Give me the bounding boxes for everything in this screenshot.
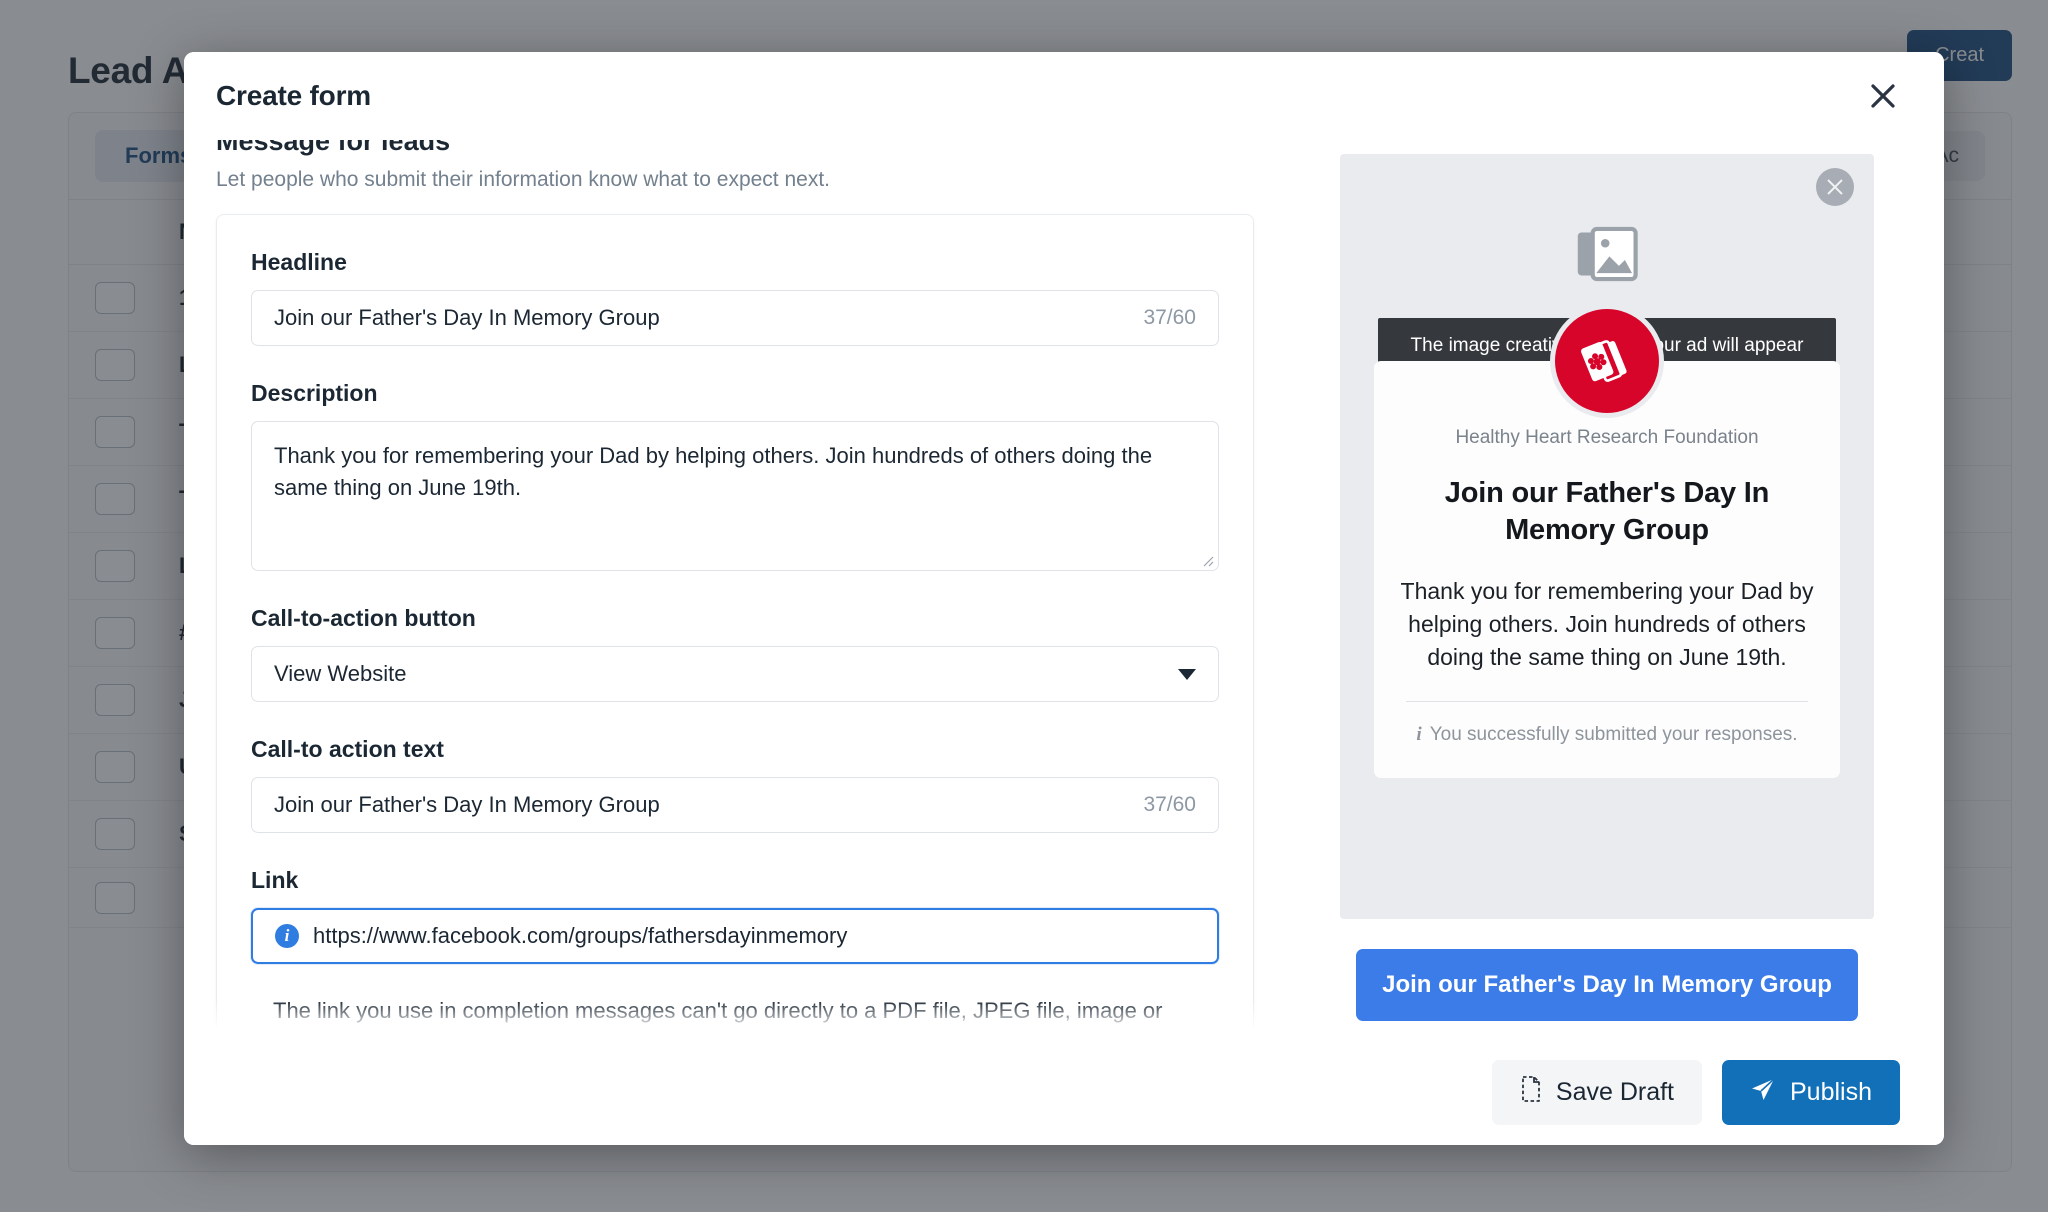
headline-counter: 37/60	[1143, 306, 1196, 329]
preview-note-text: You successfully submitted your response…	[1429, 724, 1798, 746]
cta-button-select[interactable]: View Website	[251, 646, 1219, 702]
save-draft-button[interactable]: Save Draft	[1491, 1060, 1702, 1125]
publish-button[interactable]: Publish	[1722, 1060, 1900, 1125]
image-placeholder-icon	[1340, 154, 1874, 282]
link-input[interactable]	[313, 923, 1195, 949]
create-form-modal: Create form Message for leads Let people…	[184, 52, 1944, 1145]
info-icon: i	[275, 924, 299, 948]
cta-button-label: Call-to-action button	[251, 605, 476, 631]
preview-divider	[1406, 701, 1808, 703]
preview-headline: Join our Father's Day In Memory Group	[1444, 477, 1770, 547]
link-field[interactable]: i	[251, 908, 1219, 964]
form-scroll-area[interactable]: Message for leads Let people who submit …	[184, 140, 1294, 1040]
section-subheading: Let people who submit their information …	[216, 168, 831, 191]
preview-description: Thank you for remembering your Dad by he…	[1400, 578, 1814, 670]
description-field[interactable]: Thank you for remembering your Dad by he…	[251, 421, 1219, 571]
organization-logo-icon	[1555, 309, 1659, 413]
headline-input[interactable]	[274, 305, 1130, 331]
modal-body: Message for leads Let people who submit …	[184, 140, 1944, 1040]
cta-button-selected-value: View Website	[274, 661, 407, 686]
preview-card: Healthy Heart Research Foundation Join o…	[1374, 309, 1840, 779]
modal-title: Create form	[216, 80, 371, 111]
cta-text-counter: 37/60	[1143, 793, 1196, 816]
preview-submission-note: i You successfully submitted your respon…	[1400, 724, 1814, 754]
link-helper-text: The link you use in completion messages …	[273, 998, 1163, 1040]
document-icon	[1520, 1076, 1542, 1109]
preview-column: The image creative used in your ad will …	[1294, 140, 1944, 1040]
modal-header: Create form	[184, 52, 1944, 140]
modal-footer: Save Draft Publish	[184, 1040, 1944, 1145]
chevron-down-icon	[1178, 668, 1196, 680]
headline-label: Headline	[251, 249, 347, 275]
preview-cta-button[interactable]: Join our Father's Day In Memory Group	[1356, 949, 1858, 1021]
link-label: Link	[251, 867, 299, 893]
preview-close-icon[interactable]	[1816, 168, 1854, 206]
ad-preview-surface: The image creative used in your ad will …	[1340, 154, 1874, 919]
cta-text-label: Call-to action text	[251, 736, 444, 762]
cta-text-input[interactable]	[274, 792, 1130, 818]
description-textarea[interactable]: Thank you for remembering your Dad by he…	[274, 440, 1196, 552]
preview-note-info-icon: i	[1416, 724, 1422, 746]
section-heading: Message for leads	[216, 140, 451, 156]
headline-field[interactable]: 37/60	[251, 290, 1219, 346]
publish-label: Publish	[1790, 1078, 1872, 1106]
save-draft-label: Save Draft	[1555, 1078, 1674, 1106]
cta-text-field[interactable]: 37/60	[251, 777, 1219, 833]
send-icon	[1750, 1076, 1776, 1109]
description-label: Description	[251, 380, 378, 406]
preview-org-name: Healthy Heart Research Foundation	[1455, 427, 1759, 448]
close-icon[interactable]	[1866, 79, 1900, 113]
resize-grip-icon[interactable]	[1200, 553, 1214, 567]
message-for-leads-panel: Headline 37/60 Description Thank you for…	[216, 214, 1254, 1040]
